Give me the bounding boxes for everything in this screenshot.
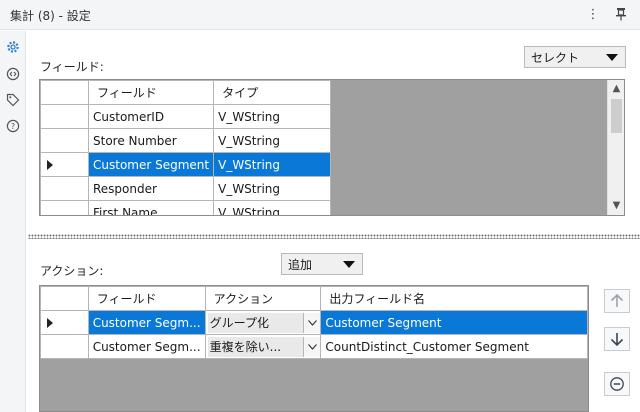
svg-text:?: ? bbox=[11, 122, 15, 131]
select-dropdown[interactable]: セレクト bbox=[524, 46, 626, 68]
field-name-cell[interactable]: Responder bbox=[87, 176, 215, 201]
row-header[interactable] bbox=[40, 200, 89, 215]
field-type-cell[interactable]: V_WString bbox=[213, 128, 332, 153]
row-header[interactable] bbox=[40, 334, 89, 359]
remove-button[interactable] bbox=[604, 372, 630, 396]
fields-grid[interactable]: フィールド タイプ CustomerID V_WString Store Num… bbox=[39, 79, 625, 216]
chevron-down-icon[interactable] bbox=[303, 336, 320, 357]
pin-icon[interactable] bbox=[612, 5, 630, 23]
actions-header-row: フィールド アクション 出力フィールド名 bbox=[40, 286, 588, 311]
row-header[interactable] bbox=[40, 152, 89, 177]
title-bar: 集計 (8) - 設定 ⋮ bbox=[0, 0, 640, 30]
table-row[interactable]: Store Number V_WString bbox=[40, 128, 332, 153]
action-combobox[interactable]: 重複を除い... bbox=[207, 336, 320, 357]
chevron-down-icon bbox=[343, 261, 355, 268]
help-icon[interactable]: ? bbox=[5, 118, 21, 134]
table-row[interactable]: CustomerID V_WString bbox=[40, 104, 332, 129]
column-header-type[interactable]: タイプ bbox=[213, 80, 332, 105]
row-header-corner bbox=[40, 286, 89, 311]
field-name-cell[interactable]: CustomerID bbox=[87, 104, 215, 129]
move-down-icon bbox=[610, 333, 624, 347]
fields-header-row: フィールド タイプ bbox=[40, 80, 332, 105]
row-header[interactable] bbox=[40, 128, 89, 153]
select-dropdown-value: セレクト bbox=[531, 50, 580, 65]
fields-label: フィールド: bbox=[40, 60, 104, 74]
field-name-cell[interactable]: Store Number bbox=[87, 128, 215, 153]
left-icon-bar: ? bbox=[0, 31, 26, 412]
column-header-field[interactable]: フィールド bbox=[87, 286, 206, 311]
column-header-output-name[interactable]: 出力フィールド名 bbox=[320, 286, 588, 311]
current-row-arrow-icon bbox=[47, 160, 53, 170]
row-header-corner bbox=[40, 80, 89, 105]
chevron-down-icon[interactable] bbox=[303, 312, 320, 333]
more-vertical-icon[interactable]: ⋮ bbox=[584, 5, 602, 23]
field-name-cell[interactable]: First Name bbox=[87, 200, 215, 215]
move-down-button[interactable] bbox=[604, 327, 630, 351]
field-type-cell[interactable]: V_WString bbox=[213, 104, 332, 129]
gear-icon[interactable] bbox=[5, 39, 21, 55]
row-header[interactable] bbox=[40, 310, 89, 335]
output-name-cell[interactable]: Customer Segment bbox=[320, 310, 588, 335]
row-header[interactable] bbox=[40, 104, 89, 129]
field-type-cell[interactable]: V_WString bbox=[213, 200, 332, 215]
column-header-field[interactable]: フィールド bbox=[87, 80, 215, 105]
output-name-cell[interactable]: CountDistinct_Customer Segment bbox=[320, 334, 588, 359]
scroll-up-icon[interactable]: ▲ bbox=[608, 80, 624, 97]
fields-table: フィールド タイプ CustomerID V_WString Store Num… bbox=[40, 80, 332, 215]
add-dropdown-value: 追加 bbox=[288, 257, 313, 272]
column-header-action[interactable]: アクション bbox=[204, 286, 322, 311]
action-combobox[interactable]: グループ化 bbox=[207, 312, 320, 333]
move-up-icon bbox=[610, 293, 624, 307]
field-type-cell[interactable]: V_WString bbox=[213, 152, 332, 177]
table-row-selected[interactable]: Customer Segment V_WString bbox=[40, 152, 332, 177]
action-field-cell[interactable]: Customer Segm... bbox=[87, 334, 206, 359]
action-field-cell[interactable]: Customer Segm... bbox=[87, 310, 206, 335]
field-type-cell[interactable]: V_WString bbox=[213, 176, 332, 201]
fields-vertical-scrollbar[interactable]: ▲ ▼ bbox=[607, 80, 624, 215]
remove-icon bbox=[610, 377, 624, 391]
table-row[interactable]: Responder V_WString bbox=[40, 176, 332, 201]
actions-table: フィールド アクション 出力フィールド名 Customer Segm... グル… bbox=[40, 286, 588, 359]
actions-grid[interactable]: フィールド アクション 出力フィールド名 Customer Segm... グル… bbox=[39, 285, 589, 412]
current-row-arrow-icon bbox=[47, 318, 53, 328]
connection-icon[interactable] bbox=[5, 66, 21, 82]
window-title: 集計 (8) - 設定 bbox=[10, 9, 91, 23]
scrollbar-thumb[interactable] bbox=[611, 99, 622, 133]
table-row[interactable]: First Name V_WString bbox=[40, 200, 332, 215]
table-row[interactable]: Customer Segm... 重複を除い... CountDistinct_… bbox=[40, 334, 588, 359]
table-row-selected[interactable]: Customer Segm... グループ化 Customer Segment bbox=[40, 310, 588, 335]
action-combobox-value: グループ化 bbox=[209, 316, 269, 330]
chevron-down-icon bbox=[606, 54, 618, 61]
scroll-down-icon[interactable]: ▼ bbox=[608, 197, 624, 214]
move-up-button[interactable] bbox=[604, 289, 630, 313]
field-name-cell[interactable]: Customer Segment bbox=[87, 152, 215, 177]
action-combobox-value: 重複を除い... bbox=[209, 340, 282, 354]
pane-splitter[interactable] bbox=[28, 234, 640, 239]
action-type-cell[interactable]: グループ化 bbox=[204, 310, 322, 335]
action-type-cell[interactable]: 重複を除い... bbox=[204, 334, 322, 359]
tag-icon[interactable] bbox=[5, 92, 21, 108]
row-header[interactable] bbox=[40, 176, 89, 201]
add-dropdown[interactable]: 追加 bbox=[281, 253, 363, 275]
actions-label: アクション: bbox=[40, 264, 104, 278]
